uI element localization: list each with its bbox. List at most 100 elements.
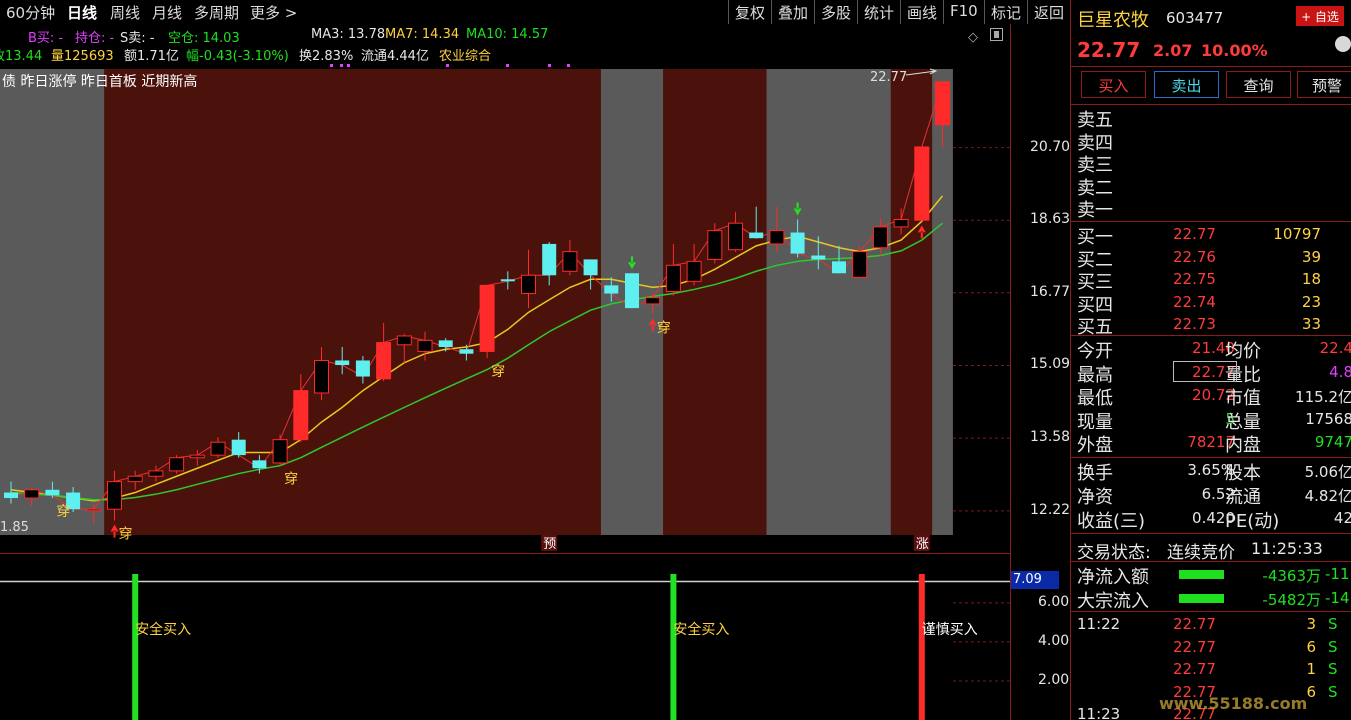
- sub-axis-tick: 6.00: [1038, 593, 1070, 610]
- toolbar-button-1[interactable]: 叠加: [771, 0, 814, 24]
- quote-panel: 巨星农牧 603477 + 自选 22.77 2.07 10.00% 买入 卖出…: [1070, 0, 1351, 720]
- flow-label: 净流入额: [1077, 567, 1149, 588]
- candle-down-body: [438, 340, 453, 348]
- toolbar-button-2[interactable]: 多股: [814, 0, 857, 24]
- candle-down-body: [355, 360, 370, 377]
- candle-up-body: [479, 284, 495, 352]
- chart-tags: 债 昨日涨停 昨日首板 近期新高: [2, 74, 198, 90]
- tab-daily[interactable]: 日线: [67, 2, 97, 23]
- stat-value: 9747: [1314, 433, 1351, 452]
- buy-level-volume: 39: [1301, 247, 1321, 266]
- tick-volume: 6: [1306, 637, 1316, 656]
- stat-label: 最高: [1077, 364, 1113, 386]
- price-axis-tick: 12.22: [1030, 501, 1071, 518]
- panel-divider: [1071, 66, 1351, 67]
- tab-multi-period[interactable]: 多周期: [194, 2, 239, 23]
- candle-up-body: [521, 274, 536, 295]
- gray-shade-band: [766, 69, 891, 535]
- tab-more[interactable]: 更多 >: [250, 2, 297, 23]
- stat-value: 115.2亿: [1295, 388, 1351, 407]
- stat-label: 今开: [1077, 341, 1113, 362]
- candle-down-body: [625, 273, 639, 309]
- candlestick-chart[interactable]: 债 昨日涨停 昨日首板 近期新高: [0, 69, 953, 535]
- candle-up-body: [107, 481, 122, 510]
- stat-label: 最低: [1077, 388, 1113, 410]
- fund-label: PE(动): [1225, 511, 1280, 532]
- sell-button[interactable]: 卖出: [1154, 71, 1219, 98]
- candle-down-body: [66, 492, 81, 510]
- top-marker-dot: [347, 64, 350, 67]
- candle-up-body: [210, 441, 226, 456]
- fund-value: 5.06亿: [1304, 463, 1351, 481]
- candle-up-body: [562, 251, 578, 272]
- toolbar-button-6[interactable]: 标记: [984, 0, 1027, 24]
- signal-bar: [918, 574, 925, 720]
- candle-up-body: [769, 230, 785, 245]
- fund-label: 股本: [1225, 463, 1261, 484]
- tab-60min[interactable]: 60分钟: [6, 2, 55, 23]
- candle-up-body: [86, 508, 102, 512]
- sector-value: 农业综合: [439, 49, 492, 64]
- tab-weekly[interactable]: 周线: [110, 2, 140, 23]
- tick-side: S: [1328, 660, 1338, 678]
- candle-down-body: [231, 439, 246, 456]
- candle-up-body: [127, 475, 143, 483]
- trade-state-value: 连续竞价: [1167, 543, 1235, 563]
- panel-divider: [1071, 533, 1351, 534]
- diamond-icon[interactable]: ◇: [968, 30, 978, 45]
- empty-pos-value: 空仓: 14.03: [168, 31, 240, 46]
- flow-extra: -11: [1325, 565, 1350, 583]
- toolbar-button-0[interactable]: 复权: [728, 0, 771, 24]
- toolbar-button-5[interactable]: F10: [943, 0, 984, 24]
- last-price: 22.77: [1077, 38, 1141, 62]
- maximize-icon[interactable]: [990, 28, 1003, 41]
- tab-monthly[interactable]: 月线: [152, 2, 182, 23]
- watermark: www.55188.com: [1159, 694, 1308, 713]
- toolbar-button-4[interactable]: 画线: [900, 0, 943, 24]
- candle-up-body: [293, 390, 309, 441]
- stat-value: 78217: [1187, 433, 1235, 452]
- float-value: 流通4.44亿: [361, 49, 429, 64]
- price-axis-tick: 16.77: [1030, 283, 1071, 300]
- add-watchlist-button[interactable]: + 自选: [1296, 6, 1344, 26]
- candle-down-body: [459, 349, 474, 354]
- candle-up-body: [24, 489, 40, 499]
- signal-label: 安全买入: [673, 621, 729, 638]
- candle-up-body: [148, 470, 164, 477]
- candle-up-body: [914, 146, 930, 221]
- ma3-value: MA3: 13.78: [311, 27, 386, 42]
- tick-side: S: [1328, 637, 1338, 656]
- toolbar-button-7[interactable]: 返回: [1027, 0, 1070, 24]
- candle-down-body: [4, 492, 18, 499]
- panel-divider: [1071, 457, 1351, 458]
- amount-value: 额1.71亿: [124, 49, 179, 64]
- top-marker-dot: [340, 64, 343, 67]
- stat-label: 市值: [1225, 388, 1261, 410]
- signal-label: 谨慎买入: [922, 622, 978, 638]
- buy-level-volume: 18: [1301, 270, 1321, 289]
- panel-divider: [1071, 561, 1351, 562]
- top-marker-dot: [567, 64, 570, 67]
- candle-down-body: [500, 279, 515, 282]
- candle-up-body: [665, 264, 681, 292]
- candle-up-body: [686, 260, 702, 282]
- alert-button[interactable]: 预警: [1297, 71, 1351, 98]
- buy-button[interactable]: 买入: [1081, 71, 1146, 98]
- stock-name: 巨星农牧: [1077, 10, 1149, 31]
- fund-label: 流通: [1225, 487, 1261, 508]
- candle-down-body: [583, 259, 598, 276]
- fund-label: 换手: [1077, 463, 1113, 484]
- signal-subchart[interactable]: 安全买入 安全买入 谨慎买入: [0, 554, 1010, 720]
- query-button[interactable]: 查询: [1226, 71, 1291, 98]
- candle-down-body: [749, 232, 764, 239]
- top-marker-dot: [506, 64, 509, 67]
- trade-state-time: 11:25:33: [1251, 539, 1323, 558]
- candle-up-body: [189, 454, 205, 459]
- stat-value: 21.40: [1192, 339, 1235, 357]
- candle-down-body: [252, 460, 267, 469]
- toolbar-button-3[interactable]: 统计: [857, 0, 900, 24]
- panel-divider: [1071, 104, 1351, 105]
- tick-side: S: [1328, 682, 1338, 701]
- b-buy-value: B买: -: [28, 31, 64, 46]
- stat-value: 20.72: [1192, 386, 1235, 405]
